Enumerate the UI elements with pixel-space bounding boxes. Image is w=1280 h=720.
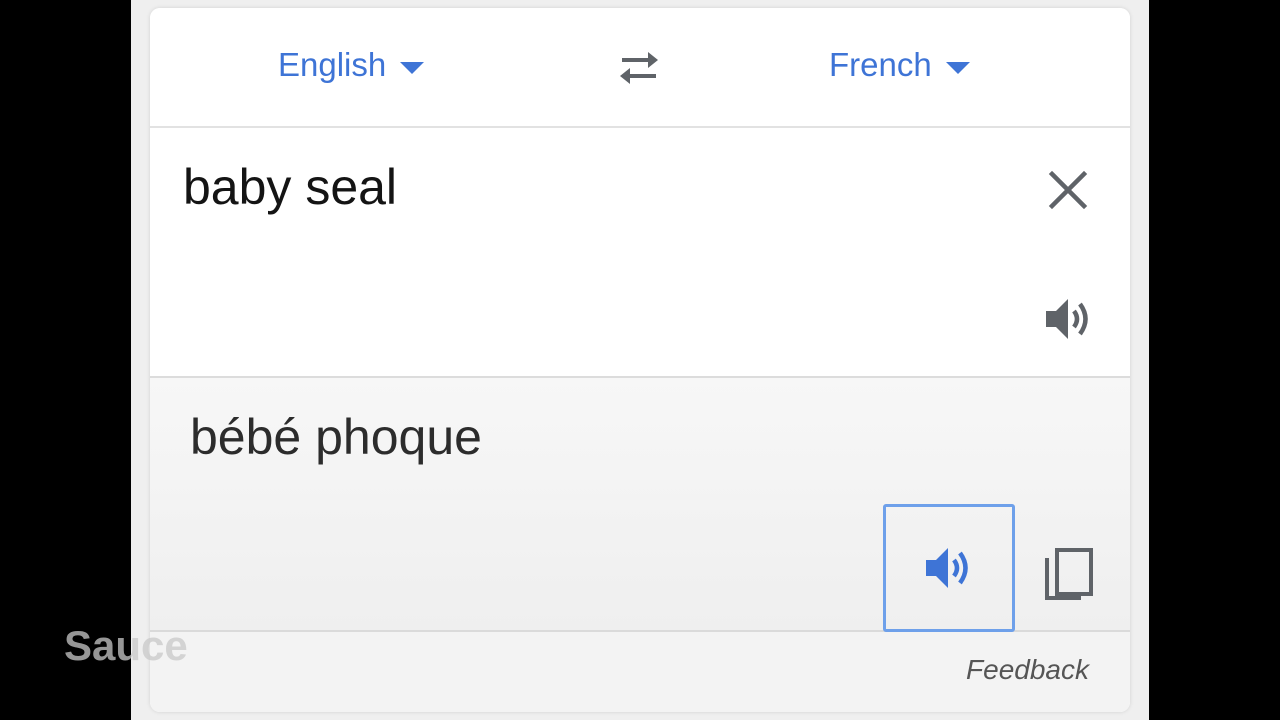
watermark-text: Sauce bbox=[64, 622, 188, 669]
source-input-area[interactable]: baby seal bbox=[150, 128, 1130, 378]
source-language-selector[interactable]: English bbox=[278, 46, 425, 84]
listen-source-button[interactable] bbox=[1042, 292, 1096, 346]
listen-translation-button[interactable] bbox=[883, 504, 1015, 632]
close-icon bbox=[1048, 170, 1088, 210]
screen: English French baby seal bébé phoque Fee… bbox=[131, 0, 1149, 720]
copy-icon bbox=[1045, 548, 1093, 600]
translation-area: bébé phoque bbox=[150, 378, 1130, 632]
feedback-link[interactable]: Feedback bbox=[966, 654, 1089, 686]
target-language-label: French bbox=[829, 46, 932, 83]
chevron-down-icon bbox=[945, 62, 970, 74]
translate-card: English French baby seal bébé phoque Fee… bbox=[150, 8, 1130, 712]
swap-languages-button[interactable] bbox=[614, 48, 664, 88]
chevron-down-icon bbox=[400, 62, 425, 74]
clear-button[interactable] bbox=[1046, 168, 1090, 212]
swap-arrows-icon bbox=[620, 52, 658, 84]
copy-button[interactable] bbox=[1041, 546, 1097, 606]
speaker-icon bbox=[1046, 299, 1088, 339]
footer: Feedback bbox=[150, 632, 1130, 712]
target-language-selector[interactable]: French bbox=[829, 46, 970, 84]
translation-text: bébé phoque bbox=[190, 409, 482, 465]
speaker-icon bbox=[926, 548, 968, 588]
language-bar: English French bbox=[150, 8, 1130, 128]
source-text[interactable]: baby seal bbox=[183, 158, 397, 216]
source-language-label: English bbox=[278, 46, 387, 83]
